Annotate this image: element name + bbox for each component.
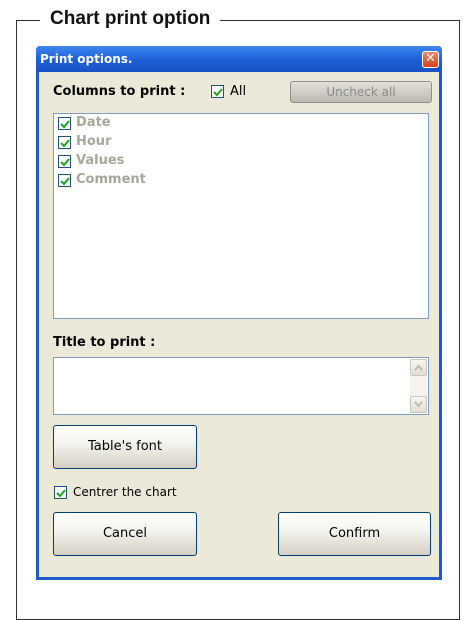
check-icon (60, 177, 70, 186)
scroll-down-button[interactable] (410, 396, 427, 413)
uncheck-all-button[interactable]: Uncheck all (290, 81, 432, 103)
column-label: Hour (76, 134, 112, 149)
title-scrollbar[interactable] (410, 359, 427, 413)
centre-chart-checkbox[interactable] (54, 486, 67, 499)
check-icon (60, 139, 70, 148)
column-checkbox[interactable] (58, 117, 71, 130)
close-icon: ✕ (425, 51, 436, 66)
all-checkbox[interactable] (211, 85, 224, 98)
print-options-dialog: Print options. ✕ Columns to print : All … (36, 46, 442, 580)
scroll-up-button[interactable] (410, 359, 427, 376)
centre-chart-label: Centrer the chart (73, 485, 177, 499)
dialog-title: Print options. (40, 52, 133, 66)
confirm-button[interactable]: Confirm (278, 512, 431, 556)
dialog-body: Columns to print : All Uncheck all Date … (39, 72, 439, 577)
check-icon (56, 489, 66, 498)
cancel-button[interactable]: Cancel (53, 512, 197, 556)
all-label: All (230, 84, 247, 99)
column-checkbox[interactable] (58, 136, 71, 149)
column-checkbox[interactable] (58, 155, 71, 168)
dialog-titlebar[interactable]: Print options. ✕ (36, 46, 442, 72)
column-label: Date (76, 115, 111, 130)
title-textbox[interactable] (53, 357, 429, 415)
check-icon (213, 88, 223, 97)
columns-to-print-label: Columns to print : (53, 84, 186, 99)
tables-font-button[interactable]: Table's font (53, 425, 197, 469)
scroll-up-arrow-icon (414, 364, 423, 371)
check-icon (60, 120, 70, 129)
column-label: Values (76, 153, 125, 168)
scroll-down-arrow-icon (414, 401, 423, 408)
section-title: Chart print option (40, 6, 221, 32)
title-to-print-label: Title to print : (53, 335, 156, 350)
column-label: Comment (76, 172, 146, 187)
columns-listbox[interactable]: Date Hour Values Comment (53, 113, 429, 319)
column-checkbox[interactable] (58, 174, 71, 187)
check-icon (60, 158, 70, 167)
close-button[interactable]: ✕ (422, 51, 439, 68)
